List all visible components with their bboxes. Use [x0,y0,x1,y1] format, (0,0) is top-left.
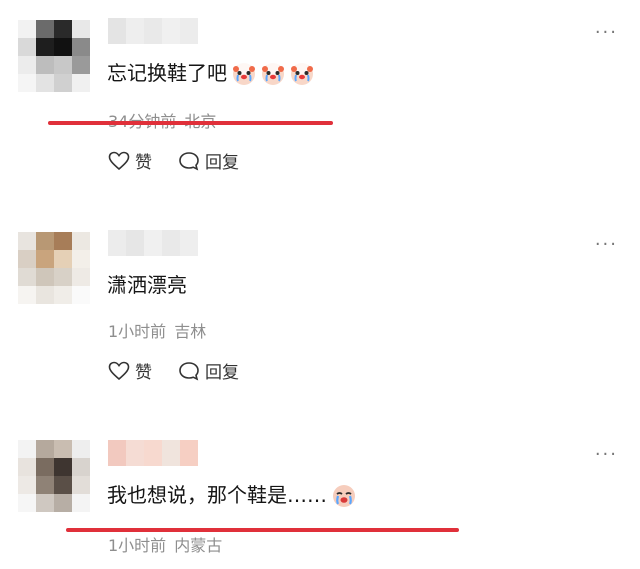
crying-clown-emoji-icon [291,61,313,85]
comment-meta: 1小时前 吉林 [108,318,206,342]
highlight-underline [48,121,333,125]
username-blurred[interactable] [108,230,198,256]
crying-face-emoji-icon [333,485,355,507]
comment-bubble-icon [179,151,199,170]
comment-location: 吉林 [174,322,207,341]
reply-label: 回复 [205,363,239,383]
more-options-icon[interactable]: ··· [595,444,618,465]
heart-icon [108,361,130,380]
avatar[interactable] [18,20,90,92]
like-label: 赞 [135,153,152,173]
comment-text-content: 我也想说，那个鞋是…… [107,483,327,507]
more-options-icon[interactable]: ··· [595,234,618,255]
comment-text: 忘记换鞋了吧 [107,58,318,88]
heart-icon [108,151,130,170]
comment-time: 1小时前 [108,536,167,555]
crying-clown-emoji-icon [233,61,255,85]
comment-actions: 赞 回复 [108,148,265,173]
comment-meta: 1小时前 内蒙古 [108,532,222,556]
like-label: 赞 [135,363,152,383]
avatar[interactable] [18,440,90,512]
reply-button[interactable]: 回复 [178,148,239,173]
like-button[interactable]: 赞 [108,148,152,173]
reply-button[interactable]: 回复 [178,358,239,383]
more-options-icon[interactable]: ··· [595,22,618,43]
crying-clown-emoji-icon [262,61,284,85]
comment-time: 1小时前 [108,322,167,341]
comment-feed: ··· 忘记换鞋了吧 赞 回复 ··· 潇洒漂亮 1小时前 吉林 赞 回复 ··… [0,0,640,569]
username-blurred[interactable] [108,440,198,466]
comment-meta: 34分钟前北京 [108,108,216,132]
reply-label: 回复 [205,153,239,173]
comment-actions: 赞 回复 [108,358,265,383]
comment-location: 内蒙古 [174,536,223,555]
comment-text: 我也想说，那个鞋是…… [107,480,360,510]
comment-text-content: 潇洒漂亮 [107,273,187,297]
avatar[interactable] [18,232,90,304]
username-blurred[interactable] [108,18,198,44]
comment-text-content: 忘记换鞋了吧 [107,61,227,85]
like-button[interactable]: 赞 [108,358,152,383]
comment-bubble-icon [179,361,199,380]
comment-text: 潇洒漂亮 [107,270,187,300]
